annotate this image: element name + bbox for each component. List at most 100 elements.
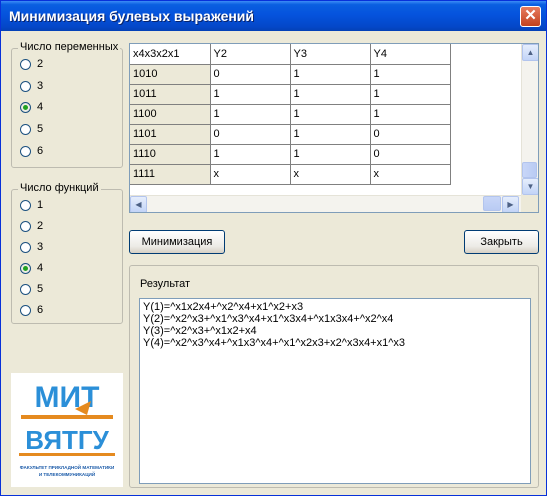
table-cell[interactable]: 1 <box>370 64 451 85</box>
table-row: 1110 1 1 0 <box>130 144 451 165</box>
close-window-button[interactable]: ✕ <box>520 6 541 27</box>
radio-icon <box>20 304 31 316</box>
column-header[interactable]: x4x3x2x1 <box>130 44 211 65</box>
scroll-up-icon[interactable]: ▲ <box>522 44 538 61</box>
scroll-right-icon[interactable]: ▶ <box>502 196 519 212</box>
table-cell[interactable]: 1 <box>210 84 291 105</box>
table-cell[interactable]: 0 <box>370 124 451 145</box>
table-cell[interactable]: 1 <box>210 104 291 125</box>
radio-label: 4 <box>37 101 44 113</box>
func-option-5[interactable]: 5 <box>20 281 43 297</box>
func-option-1[interactable]: 1 <box>20 197 43 213</box>
radio-label: 6 <box>37 304 44 316</box>
var-option-2[interactable]: 2 <box>20 56 43 72</box>
vertical-scrollbar[interactable]: ▲ ▼ <box>521 44 538 195</box>
row-header: 1010 <box>130 64 211 85</box>
result-line: Y(1)=^x1x2x4+^x2^x4+x1^x2+x3 <box>143 301 304 313</box>
logo-top-letters: МИТ <box>35 381 100 414</box>
table-cell[interactable]: 1 <box>290 144 371 165</box>
result-line: Y(4)=^x2^x3^x4+^x1x3^x4+^x1^x2x3+x2^x3x4… <box>143 337 406 349</box>
horizontal-scroll-thumb[interactable] <box>483 196 501 211</box>
radio-label: 3 <box>37 80 44 92</box>
row-header: 1011 <box>130 84 211 105</box>
table-row: 1111 x x x <box>130 164 451 185</box>
var-option-3[interactable]: 3 <box>20 78 43 94</box>
table-cell[interactable]: 0 <box>370 144 451 165</box>
radio-icon <box>20 283 31 295</box>
result-line: Y(2)=^x2^x3+^x1^x3^x4+x1^x3x4+^x1x3x4+^x… <box>143 313 394 325</box>
radio-label: 4 <box>37 262 44 274</box>
truth-table-grid[interactable]: x4x3x2x1 Y2 Y3 Y4 1010 0 1 1 1011 1 1 1 … <box>129 43 539 213</box>
functions-group: Число функций 1 2 3 4 5 6 <box>11 182 123 324</box>
row-header: 1111 <box>130 164 211 185</box>
result-line: Y(3)=^x2^x3+^x1x2+x4 <box>143 325 257 337</box>
scroll-left-icon[interactable]: ◀ <box>130 196 147 212</box>
logo-caption-2: И ТЕЛЕКОММУНИКАЦИЙ <box>39 470 95 477</box>
row-header: 1110 <box>130 144 211 165</box>
table-cell[interactable]: 1 <box>290 84 371 105</box>
column-header[interactable]: Y2 <box>210 44 291 65</box>
variables-group: Число переменных 2 3 4 5 6 <box>11 41 123 168</box>
row-header: 1101 <box>130 124 211 145</box>
table-cell[interactable]: x <box>290 164 371 185</box>
logo-main-text: ВЯТГУ <box>25 425 109 455</box>
functions-group-label: Число функций <box>18 182 101 194</box>
func-option-6[interactable]: 6 <box>20 302 43 318</box>
scrollbar-corner <box>521 195 538 212</box>
table-cell[interactable]: 1 <box>290 124 371 145</box>
radio-icon <box>20 241 31 253</box>
table-row: 1010 0 1 1 <box>130 64 451 85</box>
app-window: Минимизация булевых выражений ✕ Число пе… <box>0 0 547 496</box>
table-cell[interactable]: 0 <box>210 64 291 85</box>
result-group-label: Результат <box>138 278 193 290</box>
radio-icon <box>20 80 31 92</box>
radio-selected-icon <box>20 101 31 113</box>
variables-group-label: Число переменных <box>18 41 121 53</box>
radio-label: 2 <box>37 58 44 70</box>
row-header: 1100 <box>130 104 211 125</box>
horizontal-scrollbar[interactable]: ◀ ▶ <box>130 195 521 212</box>
func-option-2[interactable]: 2 <box>20 218 43 234</box>
title-bar[interactable]: Минимизация булевых выражений ✕ <box>1 1 546 31</box>
radio-icon <box>20 199 31 211</box>
radio-label: 2 <box>37 220 44 232</box>
radio-icon <box>20 145 31 157</box>
result-textarea[interactable]: Y(1)=^x1x2x4+^x2^x4+x1^x2+x3 Y(2)=^x2^x3… <box>139 298 531 484</box>
radio-icon <box>20 123 31 135</box>
radio-icon <box>20 220 31 232</box>
close-button[interactable]: Закрыть <box>464 230 539 254</box>
table-cell[interactable]: 1 <box>210 144 291 165</box>
table-row: 1100 1 1 1 <box>130 104 451 125</box>
table-cell[interactable]: 1 <box>370 84 451 105</box>
radio-label: 1 <box>37 199 44 211</box>
var-option-5[interactable]: 5 <box>20 121 43 137</box>
radio-label: 6 <box>37 145 44 157</box>
var-option-4[interactable]: 4 <box>20 99 43 115</box>
logo-graphic: МИТ ВЯТГУ ФАКУЛЬТЕТ ПРИКЛАДНОЙ МАТЕМАТИК… <box>11 373 123 487</box>
radio-selected-icon <box>20 262 31 274</box>
table-cell[interactable]: x <box>370 164 451 185</box>
radio-label: 5 <box>37 283 44 295</box>
minimize-button[interactable]: Минимизация <box>129 230 225 254</box>
var-option-6[interactable]: 6 <box>20 143 43 159</box>
table-cell[interactable]: 1 <box>290 104 371 125</box>
truth-table: x4x3x2x1 Y2 Y3 Y4 1010 0 1 1 1011 1 1 1 … <box>130 44 451 185</box>
table-cell[interactable]: 0 <box>210 124 291 145</box>
radio-label: 5 <box>37 123 44 135</box>
table-cell[interactable]: 1 <box>370 104 451 125</box>
table-cell[interactable]: x <box>210 164 291 185</box>
logo-caption-1: ФАКУЛЬТЕТ ПРИКЛАДНОЙ МАТЕМАТИКИ <box>20 463 115 470</box>
radio-label: 3 <box>37 241 44 253</box>
column-header[interactable]: Y3 <box>290 44 371 65</box>
vyatgu-logo: МИТ ВЯТГУ ФАКУЛЬТЕТ ПРИКЛАДНОЙ МАТЕМАТИК… <box>11 373 123 487</box>
func-option-3[interactable]: 3 <box>20 239 43 255</box>
scroll-down-icon[interactable]: ▼ <box>522 178 538 195</box>
table-row: 1101 0 1 0 <box>130 124 451 145</box>
table-header-row: x4x3x2x1 Y2 Y3 Y4 <box>130 44 451 65</box>
table-cell[interactable]: 1 <box>290 64 371 85</box>
column-header[interactable]: Y4 <box>370 44 451 65</box>
vertical-scroll-thumb[interactable] <box>522 162 537 178</box>
func-option-4[interactable]: 4 <box>20 260 43 276</box>
window-title: Минимизация булевых выражений <box>9 8 255 24</box>
table-row: 1011 1 1 1 <box>130 84 451 105</box>
